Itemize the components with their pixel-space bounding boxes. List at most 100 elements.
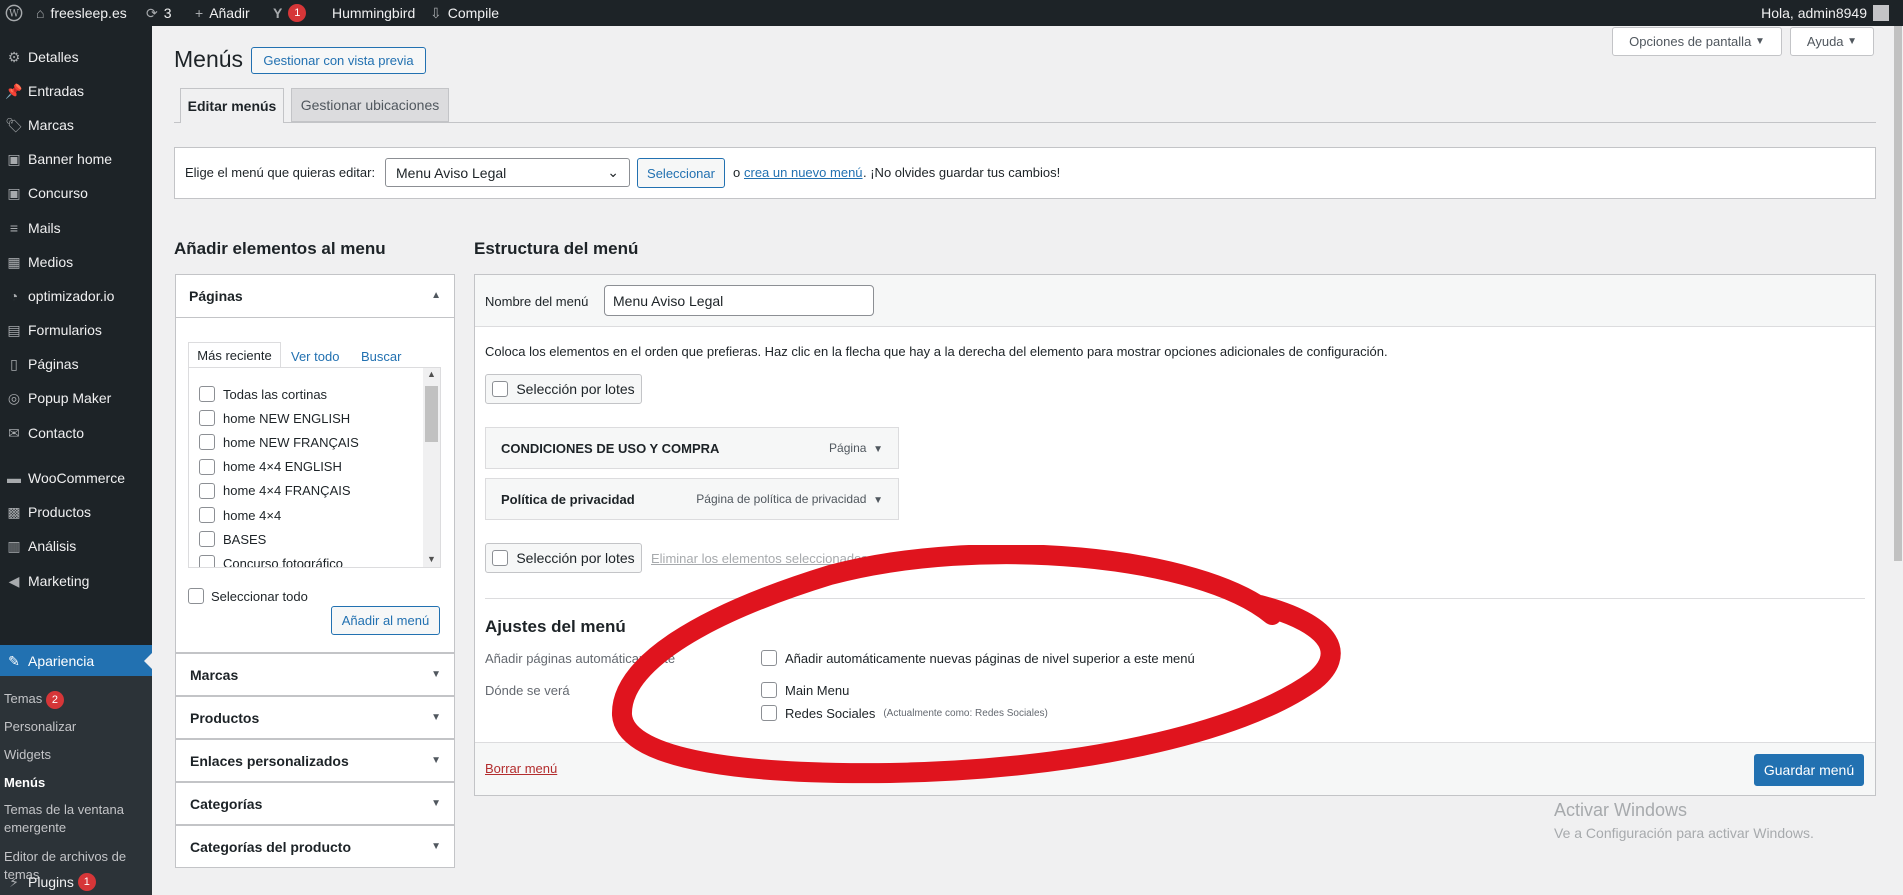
page-checkbox[interactable] (199, 507, 215, 523)
image-icon: ▣ (7, 150, 21, 167)
refresh-icon: ⟳ (146, 5, 158, 21)
select-menu-button[interactable]: Seleccionar (637, 158, 725, 188)
hummingbird-link[interactable]: Hummingbird (332, 0, 415, 26)
sidebar-submenu: Temas 2 Personalizar Widgets Menús Temas… (0, 676, 152, 895)
accordion-categor-as-del-producto[interactable]: Categorías del producto ▼ (175, 825, 455, 868)
caret-down-icon: ▼ (431, 841, 441, 852)
sidebar-item-popup-maker[interactable]: ◎ Popup Maker (0, 381, 152, 415)
sidebar-item-woocommerce[interactable]: ▬ WooCommerce (0, 461, 152, 495)
save-menu-button[interactable]: Guardar menú (1754, 754, 1864, 786)
page-checkbox[interactable] (199, 386, 215, 402)
sidebar-item-concurso[interactable]: ▣ Concurso (0, 176, 152, 210)
sidebar-item-banner-home[interactable]: ▣ Banner home (0, 142, 152, 176)
tab-gestionar-ubicaciones[interactable]: Gestionar ubicaciones (291, 88, 449, 122)
chevron-down-icon: ⌄ (607, 164, 619, 180)
page-checkbox-item[interactable]: home NEW ENGLISH (199, 410, 350, 427)
subtab-search[interactable]: Buscar (361, 349, 401, 364)
sidebar-item-mails[interactable]: ≡ Mails (0, 211, 152, 245)
add-items-heading: Añadir elementos al menu (174, 239, 386, 258)
submenu-personalizar[interactable]: Personalizar (4, 718, 144, 736)
submenu-widgets[interactable]: Widgets (4, 746, 144, 764)
sidebar-item-plugins[interactable]: ⚡ Plugins 1 (0, 870, 152, 894)
menu-name-input[interactable]: Menu Aviso Legal (604, 285, 874, 316)
subtab-view-all[interactable]: Ver todo (291, 349, 339, 364)
pages-panel-header[interactable]: Páginas ▲ (175, 274, 455, 318)
sidebar-item-optimizador-io[interactable]: ◔ optimizador.io (0, 279, 152, 313)
accordion-marcas[interactable]: Marcas ▼ (175, 653, 455, 696)
sidebar-item-formularios[interactable]: ▤ Formularios (0, 313, 152, 347)
sidebar-item-contacto[interactable]: ✉ Contacto (0, 416, 152, 450)
sidebar-item-marcas[interactable]: 🏷 Marcas (0, 108, 152, 142)
sidebar-item-productos[interactable]: ▩ Productos (0, 495, 152, 529)
delete-menu-link[interactable]: Borrar menú (485, 761, 557, 776)
caret-down-icon[interactable]: ▼ (873, 444, 883, 455)
sidebar-item-entradas[interactable]: 📌 Entradas (0, 74, 152, 108)
page-checkbox-item[interactable]: Concurso fotográfico (199, 555, 343, 567)
accordion-productos[interactable]: Productos ▼ (175, 696, 455, 739)
help-button[interactable]: Ayuda ▼ (1790, 27, 1874, 56)
page-checkbox-item[interactable]: home 4×4 FRANÇAIS (199, 482, 351, 499)
megaphone-icon: ◀ (8, 572, 20, 589)
submenu-temas-ventana[interactable]: Temas de la ventana emergente (4, 801, 144, 837)
select-all-checkbox[interactable] (188, 588, 204, 604)
select-all-row[interactable]: Seleccionar todo (188, 588, 308, 604)
plug-icon: ⚡ (9, 873, 19, 890)
submenu-menus[interactable]: Menús (4, 774, 144, 792)
page-checkbox[interactable] (199, 410, 215, 427)
bulk-select-top[interactable]: Selección por lotes (485, 374, 642, 404)
scrollbar-thumb[interactable] (425, 386, 438, 442)
yoast-link[interactable]: Y1 (273, 0, 307, 26)
page-checkbox-item[interactable]: home NEW FRANÇAIS (199, 434, 359, 451)
page-checkbox[interactable] (199, 531, 215, 548)
menu-select-dropdown[interactable]: Menu Aviso Legal ⌄ (385, 158, 630, 187)
bulk-select-checkbox[interactable] (492, 381, 509, 397)
page-icon: ▯ (10, 355, 18, 372)
page-scrollbar[interactable] (1893, 26, 1903, 895)
page-checkbox[interactable] (199, 555, 215, 567)
page-checkbox[interactable] (199, 458, 215, 475)
menu-item-condiciones[interactable]: CONDICIONES DE USO Y COMPRA Página ▼ (485, 427, 899, 469)
bulk-select-checkbox[interactable] (492, 550, 509, 566)
subtab-recent[interactable]: Más reciente (188, 342, 281, 368)
page-title: Menús (174, 46, 244, 72)
page-checkbox[interactable] (199, 482, 215, 499)
manage-preview-button[interactable]: Gestionar con vista previa (251, 47, 426, 74)
page-checkbox[interactable] (199, 434, 215, 451)
menu-item-privacidad[interactable]: Política de privacidad Página de política… (485, 478, 899, 520)
tab-editar-menus[interactable]: Editar menús (180, 88, 284, 123)
sidebar-item-p-ginas[interactable]: ▯ Páginas (0, 347, 152, 381)
caret-down-icon[interactable]: ▼ (873, 495, 883, 506)
tag-icon: 🏷 (5, 116, 23, 133)
sidebar-item-apariencia[interactable]: ✎ Apariencia (0, 645, 152, 677)
compile-link[interactable]: ⇩ Compile (430, 0, 499, 26)
sidebar-item-an-lisis[interactable]: ▥ Análisis (0, 529, 152, 563)
site-name-link[interactable]: ⌂ freesleep.es (36, 0, 127, 26)
sidebar-item-detalles[interactable]: ⚙ Detalles (0, 40, 152, 74)
scroll-up-icon[interactable]: ▲ (427, 369, 436, 379)
scroll-down-icon[interactable]: ▼ (427, 554, 436, 564)
page-scrollbar-thumb[interactable] (1894, 26, 1902, 561)
accordion-enlaces-personalizados[interactable]: Enlaces personalizados ▼ (175, 739, 455, 782)
brush-icon: ✎ (8, 652, 20, 669)
create-menu-link[interactable]: crea un nuevo menú (744, 165, 863, 180)
caret-down-icon: ▼ (1847, 36, 1858, 47)
page-checkbox-item[interactable]: home 4×4 ENGLISH (199, 458, 342, 475)
accordion-categor-as[interactable]: Categorías ▼ (175, 782, 455, 825)
page-checkbox-item[interactable]: Todas las cortinas (199, 386, 327, 402)
caret-up-icon: ▲ (431, 290, 441, 301)
updates-link[interactable]: ⟳ 3 (146, 0, 172, 26)
page-checkbox-item[interactable]: BASES (199, 531, 266, 548)
my-account-link[interactable]: Hola, admin8949 (1761, 0, 1889, 26)
windows-watermark-text: Ve a Configuración para activar Windows. (1554, 825, 1814, 841)
sidebar-item-medios[interactable]: ▦ Medios (0, 245, 152, 279)
woo-icon: ▬ (7, 470, 21, 486)
sidebar-item-marketing[interactable]: ◀ Marketing (0, 564, 152, 598)
wordpress-logo-icon[interactable]: W (5, 0, 23, 26)
screen-options-button[interactable]: Opciones de pantalla ▼ (1612, 27, 1782, 56)
page-checkbox-item[interactable]: home 4×4 (199, 507, 281, 523)
pages-scrollbar[interactable]: ▲ ▼ (423, 368, 440, 567)
add-to-menu-button[interactable]: Añadir al menú (331, 606, 440, 635)
mail-icon: ✉ (8, 424, 20, 441)
submenu-temas[interactable]: Temas 2 (4, 690, 144, 709)
add-new-link[interactable]: + Añadir (195, 0, 250, 26)
